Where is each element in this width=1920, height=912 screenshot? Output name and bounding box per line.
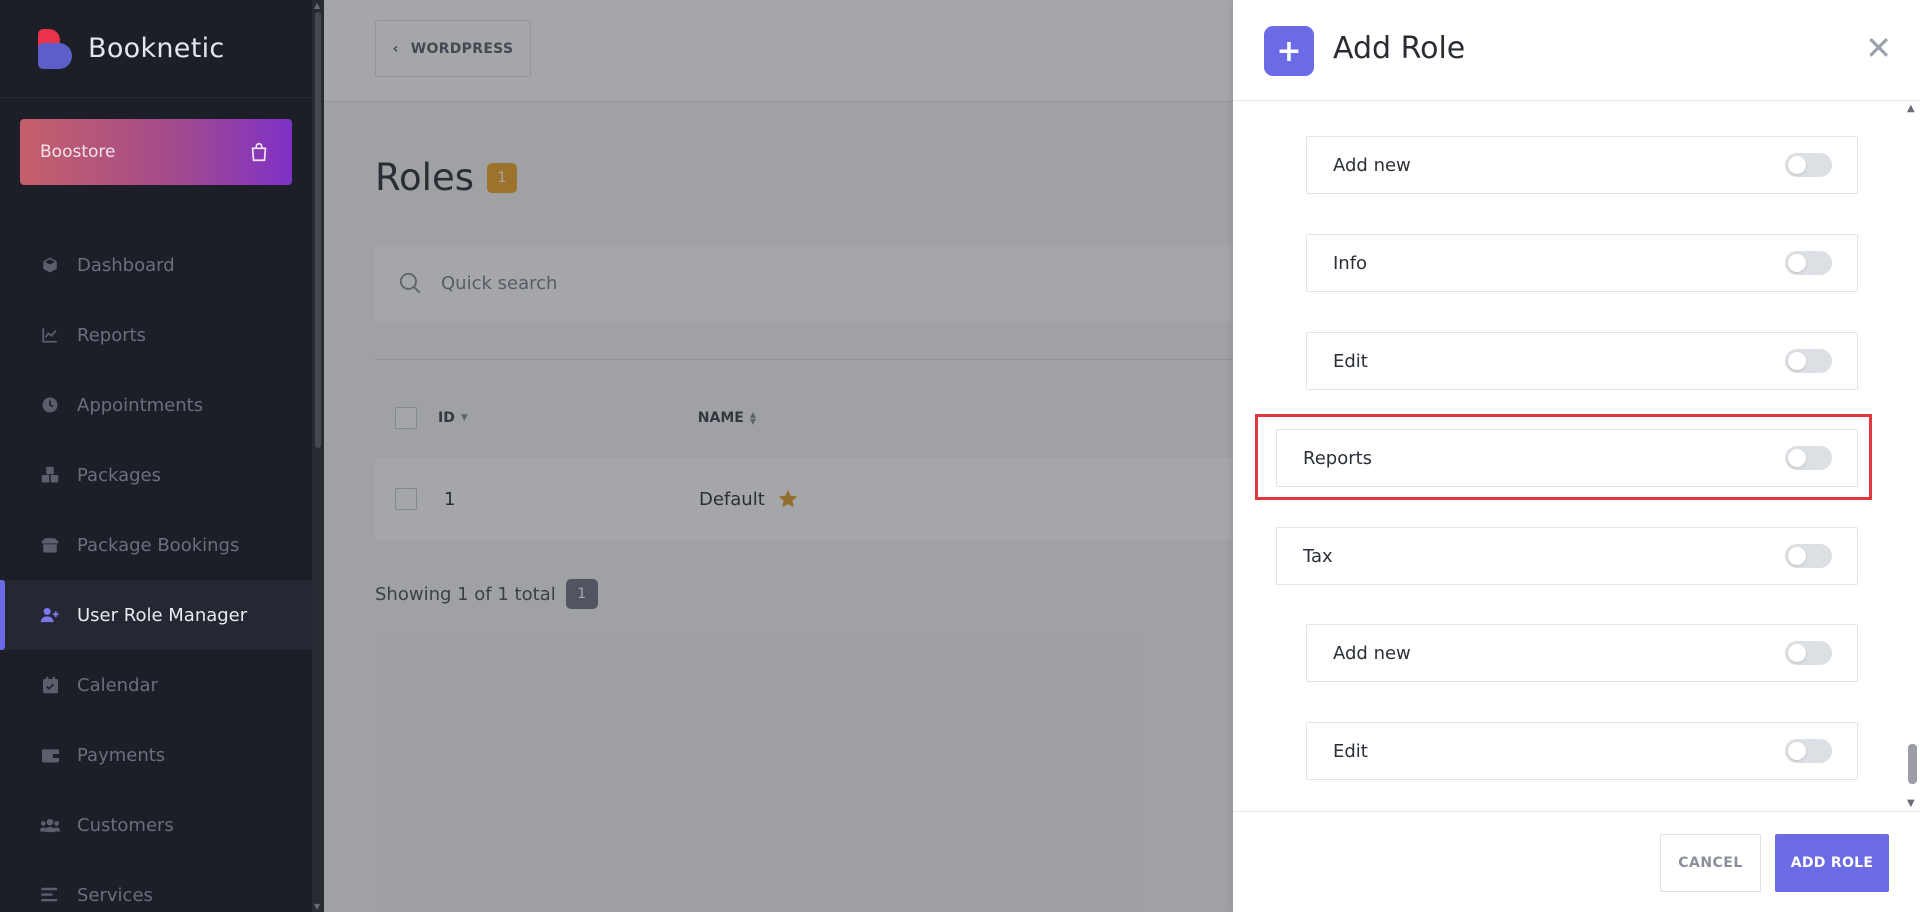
sidebar-item-user-role-manager[interactable]: User Role Manager [0,580,312,650]
permission-toggle[interactable] [1785,544,1832,568]
sidebar-item-package-bookings[interactable]: Package Bookings [0,510,312,580]
permission-label: Edit [1333,740,1368,762]
shopping-bag-icon [251,142,267,162]
boxes-icon [40,465,60,485]
scroll-down-arrow-icon[interactable]: ▼ [1907,798,1915,809]
scrollbar-thumb[interactable] [1908,744,1917,784]
scroll-up-arrow-icon[interactable]: ▲ [1907,103,1915,114]
sidebar-item-label: Dashboard [77,254,175,276]
permission-toggle[interactable] [1785,153,1832,177]
panel-footer: CANCEL ADD ROLE [1233,811,1920,912]
permission-row: Add new [1306,624,1858,682]
chart-icon [40,325,60,345]
sidebar-item-label: User Role Manager [77,604,248,626]
panel-header: + Add Role ✕ [1233,0,1920,101]
brand[interactable]: Booknetic [0,0,312,98]
brand-name: Booknetic [88,33,225,64]
users-icon [40,815,60,835]
permission-row-tax: Tax [1276,527,1858,585]
list-icon [40,885,60,905]
sidebar-item-label: Packages [77,464,161,486]
permission-label: Add new [1333,154,1411,176]
sidebar: Booknetic Boostore Dashboard Reports App… [0,0,312,912]
plus-icon: + [1264,26,1314,76]
wallet-icon [40,745,60,765]
clock-icon [40,395,60,415]
sidebar-item-label: Calendar [77,674,158,696]
panel-body: Add new Info Edit Reports Tax Add new Ed… [1233,102,1920,811]
close-icon[interactable]: ✕ [1865,32,1892,64]
permission-row: Edit [1306,332,1858,390]
add-role-button[interactable]: ADD ROLE [1775,834,1889,892]
sidebar-item-services[interactable]: Services [0,860,312,912]
permission-label: Tax [1303,545,1333,567]
booknetic-logo [38,28,72,69]
box-open-icon [40,535,60,555]
permission-label: Info [1333,252,1368,274]
boostore-label: Boostore [40,142,116,162]
permission-label: Edit [1333,350,1368,372]
permission-toggle[interactable] [1785,641,1832,665]
cube-icon [40,255,60,275]
sidebar-item-appointments[interactable]: Appointments [0,370,312,440]
sidebar-item-label: Appointments [77,394,204,416]
sidebar-item-packages[interactable]: Packages [0,440,312,510]
sidebar-item-customers[interactable]: Customers [0,790,312,860]
cancel-button[interactable]: CANCEL [1660,834,1761,892]
permission-label: Add new [1333,642,1411,664]
panel-scrollbar[interactable]: ▲ ▼ [1903,102,1920,811]
permission-row: Add new [1306,136,1858,194]
sidebar-item-dashboard[interactable]: Dashboard [0,230,312,300]
boostore-button[interactable]: Boostore [20,119,292,185]
calendar-check-icon [40,675,60,695]
sidebar-item-label: Package Bookings [77,534,240,556]
sidebar-item-payments[interactable]: Payments [0,720,312,790]
sidebar-item-label: Payments [77,744,166,766]
highlight-box [1255,414,1872,500]
permission-row: Edit [1306,722,1858,780]
add-role-panel: + Add Role ✕ Add new Info Edit Reports T… [1233,0,1920,912]
permission-row: Info [1306,234,1858,292]
user-plus-icon [40,605,60,625]
modal-backdrop[interactable] [312,0,1233,912]
sidebar-menu: Dashboard Reports Appointments Packages … [0,230,312,912]
permission-toggle[interactable] [1785,349,1832,373]
permission-toggle[interactable] [1785,739,1832,763]
sidebar-item-label: Services [77,884,153,906]
panel-title: Add Role [1333,31,1466,66]
sidebar-item-reports[interactable]: Reports [0,300,312,370]
sidebar-item-label: Reports [77,324,147,346]
sidebar-item-calendar[interactable]: Calendar [0,650,312,720]
sidebar-item-label: Customers [77,814,174,836]
permission-toggle[interactable] [1785,251,1832,275]
